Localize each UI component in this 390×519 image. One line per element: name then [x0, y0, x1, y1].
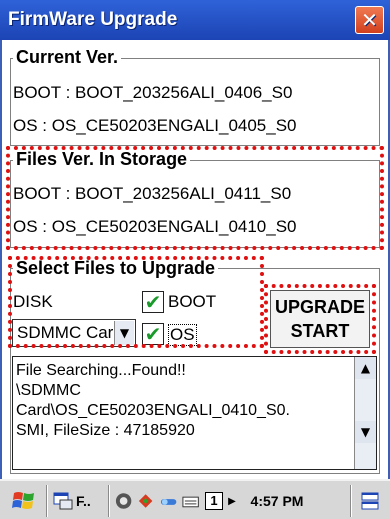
- upgrade-button-line1: UPGRADE: [274, 297, 365, 317]
- tray-icons: [114, 487, 200, 515]
- taskbar: F.. 1 ▶ 4:57 PM: [0, 479, 390, 519]
- bluetooth-icon: [139, 494, 153, 508]
- current-boot-version: BOOT : BOOT_203256ALI_0406_S0: [13, 83, 293, 102]
- chevron-down-icon[interactable]: ▼: [114, 321, 134, 345]
- title-bar: FirmWare Upgrade ✕: [0, 0, 390, 40]
- window-title: FirmWare Upgrade: [8, 9, 178, 30]
- os-checkbox-label: OS: [168, 324, 197, 346]
- input-panel-value: 1: [205, 492, 223, 510]
- taskbar-separator: [46, 485, 48, 517]
- close-button[interactable]: ✕: [355, 6, 384, 34]
- taskbar-app-label: F..: [76, 493, 91, 509]
- current-os-version: OS : OS_CE50203ENGALI_0405_S0: [13, 116, 297, 135]
- log-scrollbar[interactable]: ▲ ▼: [354, 357, 376, 469]
- connection-icon: [160, 499, 176, 505]
- scroll-up-icon[interactable]: ▲: [355, 357, 376, 379]
- select-files-label: Select Files to Upgrade: [13, 258, 219, 278]
- network-icon: [115, 493, 132, 509]
- taskbar-separator: [350, 485, 352, 517]
- play-arrow-icon[interactable]: ▶: [226, 487, 238, 515]
- start-menu-icon[interactable]: [6, 487, 42, 515]
- storage-os-version: OS : OS_CE50203ENGALI_0410_S0: [13, 217, 297, 236]
- app-window-icon: [53, 492, 73, 510]
- upgrade-start-button[interactable]: UPGRADE START: [270, 290, 370, 348]
- taskbar-app-button[interactable]: F..: [52, 487, 104, 515]
- disk-dropdown-value: SDMMC Car: [17, 323, 114, 342]
- scroll-down-icon[interactable]: ▼: [355, 421, 376, 443]
- disk-label: DISK: [13, 292, 53, 311]
- input-panel-indicator[interactable]: 1: [204, 487, 224, 515]
- storage-version-label: Files Ver. In Storage: [13, 149, 191, 169]
- clock[interactable]: 4:57 PM: [240, 487, 314, 515]
- upgrade-button-line2: START: [290, 321, 350, 341]
- storage-boot-version: BOOT : BOOT_203256ALI_0411_S0: [13, 184, 292, 203]
- status-log-text: File Searching...Found!! \SDMMC Card\OS_…: [16, 362, 290, 439]
- taskbar-separator: [108, 485, 110, 517]
- keyboard-icon: [182, 496, 199, 508]
- disk-dropdown[interactable]: SDMMC Car ▼: [12, 319, 136, 347]
- desktop-icon[interactable]: [356, 487, 384, 515]
- boot-checkbox[interactable]: ✔: [142, 291, 164, 313]
- os-checkbox[interactable]: ✔: [142, 323, 164, 345]
- status-log[interactable]: File Searching...Found!! \SDMMC Card\OS_…: [12, 356, 377, 470]
- current-version-label: Current Ver.: [13, 47, 122, 67]
- boot-checkbox-label: BOOT: [168, 292, 217, 311]
